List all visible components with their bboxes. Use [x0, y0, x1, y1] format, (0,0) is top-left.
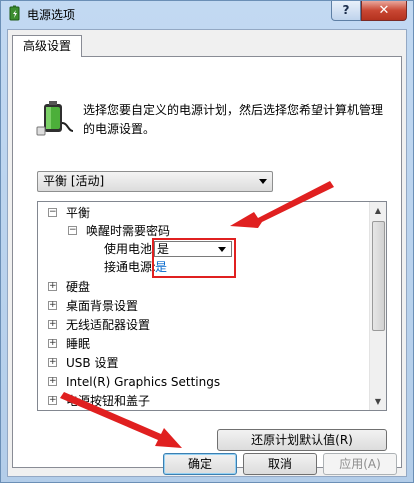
- power-settings-tree[interactable]: − 平衡 − 唤醒时需要密码 使用电池: 是 接通电源: 是 + 硬盘 + 桌面…: [37, 201, 387, 411]
- tree-scrollbar[interactable]: ▲ ▼: [369, 202, 386, 410]
- expand-icon[interactable]: +: [48, 282, 57, 291]
- power-plan-value: 平衡 [活动]: [43, 174, 105, 188]
- advanced-settings-panel: 选择您要自定义的电源计划，然后选择您希望计算机管理的电源设置。 平衡 [活动] …: [12, 56, 402, 468]
- tree-item-desktop-background[interactable]: + 桌面背景设置: [38, 297, 368, 315]
- tree-item-label: 电源按钮和盖子: [66, 394, 151, 408]
- tree-item-label: Intel(R) Graphics Settings: [66, 375, 221, 389]
- tree-item-label: 桌面背景设置: [66, 299, 139, 313]
- expand-icon[interactable]: +: [48, 301, 57, 310]
- tree-item-label: 无线适配器设置: [66, 318, 151, 332]
- tree-item-label: 硬盘: [66, 280, 91, 294]
- tree-item-label: 平衡: [66, 206, 91, 220]
- title-bar: 电源选项 ? ✕: [1, 1, 413, 27]
- ok-button[interactable]: 确定: [163, 453, 237, 475]
- annotation-highlight-box: [152, 238, 236, 278]
- tree-item-label: USB 设置: [66, 356, 119, 370]
- expand-icon[interactable]: +: [48, 320, 57, 329]
- description-text: 选择您要自定义的电源计划，然后选择您希望计算机管理的电源设置。: [83, 103, 384, 136]
- power-plan-dropdown[interactable]: 平衡 [活动]: [37, 171, 273, 192]
- window-title: 电源选项: [27, 8, 76, 22]
- close-button[interactable]: ✕: [361, 1, 407, 21]
- tree-item-balanced[interactable]: − 平衡: [38, 204, 368, 222]
- battery-plug-icon: [36, 101, 74, 136]
- expand-icon[interactable]: +: [48, 396, 57, 405]
- collapse-icon[interactable]: −: [68, 226, 77, 235]
- setting-label: 接通电源:: [104, 260, 157, 274]
- restore-defaults-button[interactable]: 还原计划默认值(R): [217, 429, 387, 451]
- tree-item-usb-settings[interactable]: + USB 设置: [38, 354, 368, 372]
- setting-label: 使用电池:: [104, 242, 157, 256]
- tree-item-intel-graphics[interactable]: + Intel(R) Graphics Settings: [38, 373, 368, 391]
- expand-icon[interactable]: +: [48, 377, 57, 386]
- tree-item-wireless-adapter[interactable]: + 无线适配器设置: [38, 316, 368, 334]
- power-options-icon: [9, 5, 20, 21]
- collapse-icon[interactable]: −: [48, 208, 57, 217]
- tree-item-hard-disk[interactable]: + 硬盘: [38, 278, 368, 296]
- expand-icon[interactable]: +: [48, 339, 57, 348]
- tree-item-power-buttons-lid[interactable]: + 电源按钮和盖子: [38, 392, 368, 410]
- cancel-button[interactable]: 取消: [243, 453, 317, 475]
- expand-icon[interactable]: +: [48, 358, 57, 367]
- power-options-window: 电源选项 ? ✕ 高级设置 选择您要自定义的电源计划，然后选择您希望计算机管理的…: [0, 0, 414, 483]
- apply-button: 应用(A): [323, 453, 397, 475]
- dialog-client-area: 高级设置 选择您要自定义的电源计划，然后选择您希望计算机管理的电源设置。 平衡 …: [7, 29, 407, 477]
- chevron-down-icon: [259, 179, 267, 184]
- scrollbar-thumb[interactable]: [372, 221, 385, 331]
- scroll-up-icon[interactable]: ▲: [370, 202, 386, 219]
- help-button[interactable]: ?: [331, 1, 361, 21]
- tab-advanced-settings[interactable]: 高级设置: [12, 35, 82, 57]
- tree-item-label: 睡眠: [66, 337, 91, 351]
- scroll-down-icon[interactable]: ▼: [370, 393, 386, 410]
- tree-item-sleep[interactable]: + 睡眠: [38, 335, 368, 353]
